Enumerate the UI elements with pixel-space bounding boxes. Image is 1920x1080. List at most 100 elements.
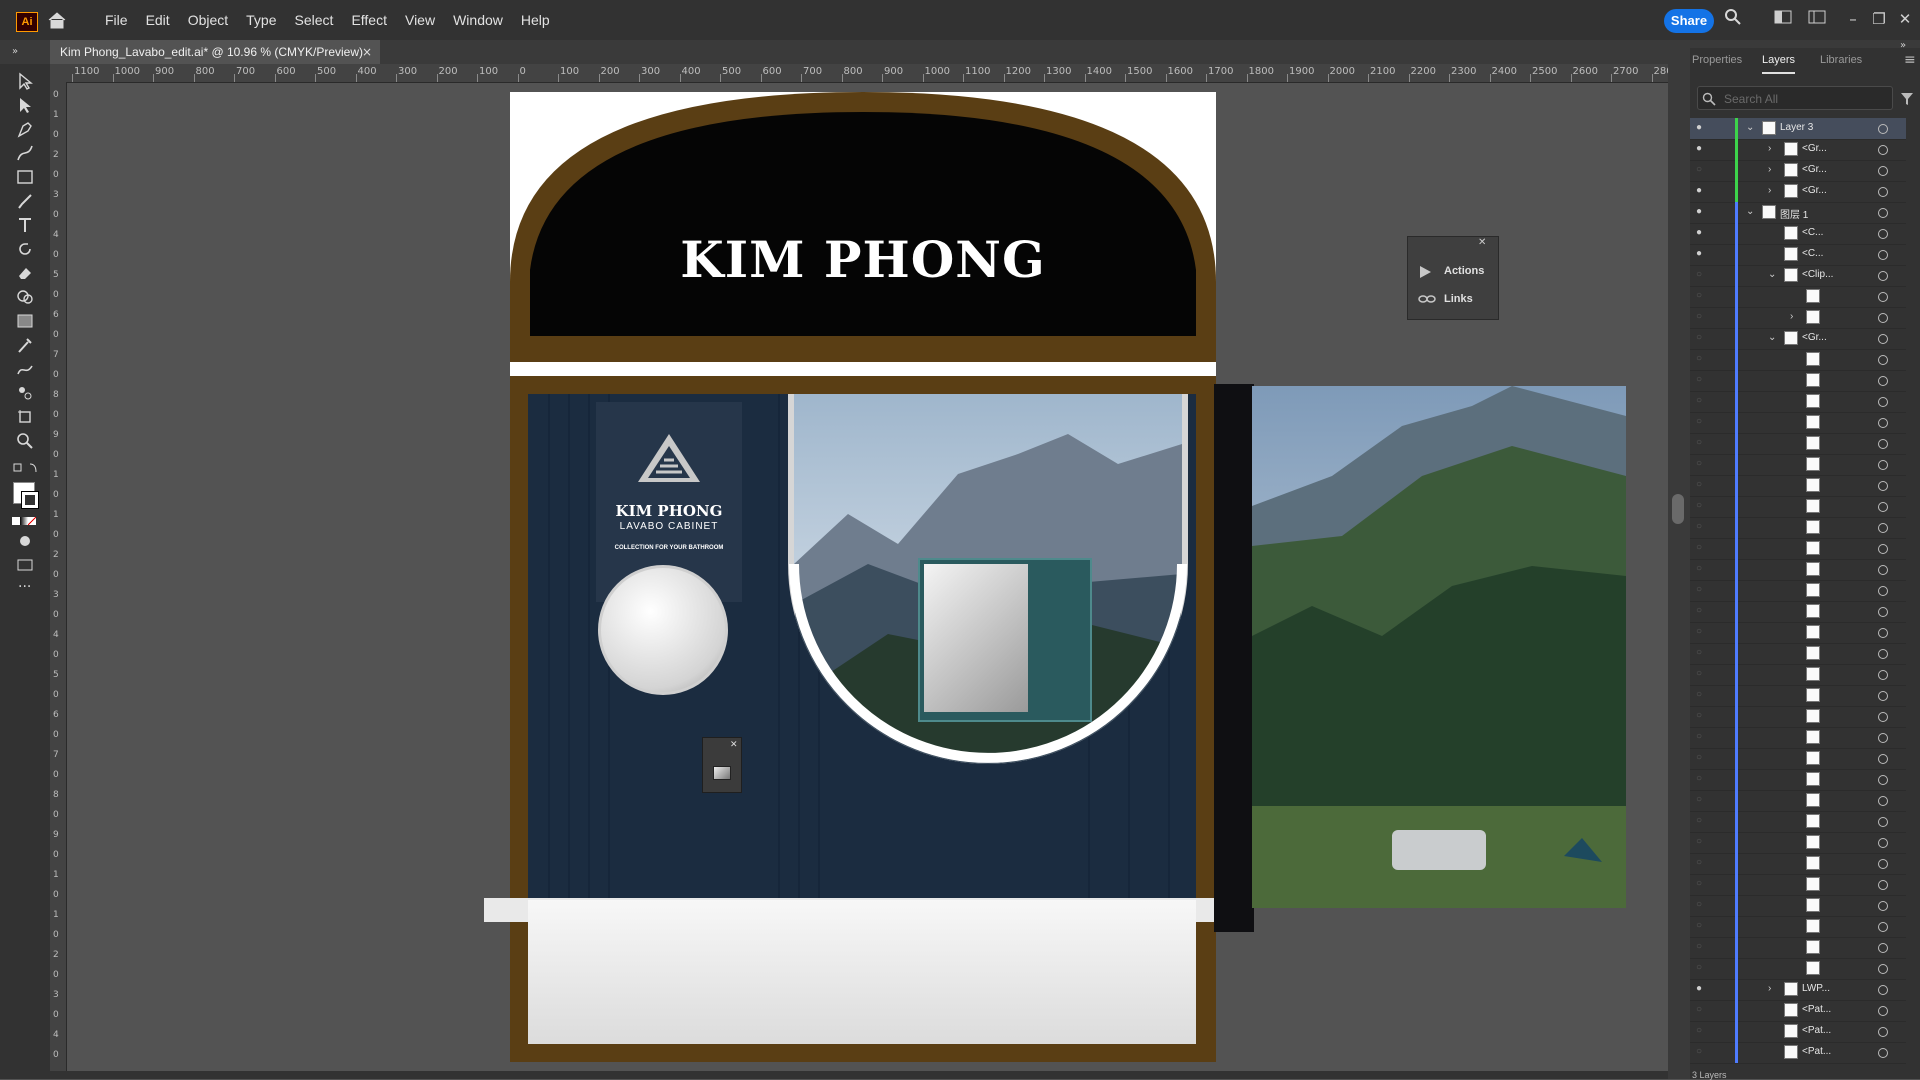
visibility-eye-icon[interactable]: ○ (1696, 1026, 1708, 1036)
layer-row[interactable]: ○ › <Gr... (1690, 160, 1906, 182)
curvature-tool-icon[interactable] (16, 144, 34, 162)
close-window-icon[interactable]: ✕ (1894, 8, 1916, 30)
color-mode-icon[interactable] (12, 514, 40, 525)
target-icon[interactable] (1878, 964, 1888, 974)
target-icon[interactable] (1878, 607, 1888, 617)
target-icon[interactable] (1878, 628, 1888, 638)
visibility-eye-icon[interactable]: ○ (1696, 522, 1708, 532)
layer-row[interactable]: ○ (1690, 769, 1906, 791)
visibility-eye-icon[interactable]: ○ (1696, 564, 1708, 574)
menu-effect[interactable]: Effect (342, 12, 396, 28)
chevron-down-icon[interactable]: ⌄ (1746, 122, 1754, 133)
layer-row[interactable]: ○ (1690, 286, 1906, 308)
menu-help[interactable]: Help (512, 12, 559, 28)
layer-row[interactable]: ○ ⌄ <Clip... (1690, 265, 1906, 287)
expand-panels-icon[interactable]: » (1900, 40, 1906, 51)
target-icon[interactable] (1878, 544, 1888, 554)
search-icon[interactable] (1722, 8, 1744, 30)
layer-row[interactable]: ○ (1690, 916, 1906, 938)
layer-row[interactable]: ● › LWP... (1690, 979, 1906, 1001)
menu-window[interactable]: Window (444, 12, 512, 28)
chevron-right-icon[interactable]: › (1768, 143, 1771, 154)
visibility-eye-icon[interactable]: ○ (1696, 879, 1708, 889)
tab-layers[interactable]: Layers (1762, 48, 1796, 74)
chevron-right-icon[interactable]: › (1768, 164, 1771, 175)
visibility-eye-icon[interactable]: ○ (1696, 942, 1708, 952)
target-icon[interactable] (1878, 565, 1888, 575)
layer-row[interactable]: ○ (1690, 664, 1906, 686)
target-icon[interactable] (1878, 502, 1888, 512)
close-float-panel-icon[interactable]: ✕ (1478, 237, 1486, 248)
layer-row[interactable]: ○ ⌄ <Gr... (1690, 328, 1906, 350)
target-icon[interactable] (1878, 418, 1888, 428)
visibility-eye-icon[interactable]: ● (1696, 249, 1708, 259)
target-icon[interactable] (1878, 1048, 1888, 1058)
scrollbar-thumb[interactable] (1672, 494, 1684, 524)
target-icon[interactable] (1878, 439, 1888, 449)
layer-row[interactable]: ○ (1690, 475, 1906, 497)
target-icon[interactable] (1878, 355, 1888, 365)
target-icon[interactable] (1878, 817, 1888, 827)
layer-row[interactable]: ● ⌄ 图层 1 (1690, 202, 1906, 224)
target-icon[interactable] (1878, 775, 1888, 785)
target-icon[interactable] (1878, 733, 1888, 743)
chevron-down-icon[interactable]: ⌄ (1768, 332, 1776, 343)
target-icon[interactable] (1878, 292, 1888, 302)
target-icon[interactable] (1878, 523, 1888, 533)
layer-row[interactable]: ○ (1690, 496, 1906, 518)
layer-row[interactable]: ● <C... (1690, 244, 1906, 266)
target-icon[interactable] (1878, 229, 1888, 239)
layer-row[interactable]: ○ (1690, 811, 1906, 833)
menu-select[interactable]: Select (286, 12, 343, 28)
layer-row[interactable]: ○ <Pat... (1690, 1042, 1906, 1064)
visibility-eye-icon[interactable]: ○ (1696, 669, 1708, 679)
rectangle-tool-icon[interactable] (16, 168, 34, 186)
target-icon[interactable] (1878, 124, 1888, 134)
target-icon[interactable] (1878, 922, 1888, 932)
visibility-eye-icon[interactable]: ○ (1696, 354, 1708, 364)
links-panel-item[interactable]: Links (1444, 293, 1473, 305)
chevron-right-icon[interactable]: › (1790, 311, 1793, 322)
visibility-eye-icon[interactable]: ○ (1696, 312, 1708, 322)
layer-row[interactable]: ○ (1690, 874, 1906, 896)
layer-row[interactable]: ○ (1690, 517, 1906, 539)
pen-tool-icon[interactable] (16, 120, 34, 138)
rotate-tool-icon[interactable] (16, 240, 34, 258)
layer-row[interactable]: ○ (1690, 643, 1906, 665)
visibility-eye-icon[interactable]: ○ (1696, 606, 1708, 616)
paintbrush-tool-icon[interactable] (16, 192, 34, 210)
actions-panel-item[interactable]: Actions (1444, 265, 1484, 277)
visibility-eye-icon[interactable]: ○ (1696, 291, 1708, 301)
layer-row[interactable]: ○ (1690, 748, 1906, 770)
layer-row[interactable]: ○ (1690, 790, 1906, 812)
layer-row[interactable]: ● <C... (1690, 223, 1906, 245)
minimize-icon[interactable]: – (1842, 8, 1864, 30)
menu-type[interactable]: Type (237, 12, 285, 28)
visibility-eye-icon[interactable]: ○ (1696, 333, 1708, 343)
close-mini-panel-icon[interactable]: ✕ (730, 740, 738, 750)
visibility-eye-icon[interactable]: ● (1696, 123, 1708, 133)
visibility-eye-icon[interactable]: ○ (1696, 501, 1708, 511)
visibility-eye-icon[interactable]: ○ (1696, 816, 1708, 826)
layer-row[interactable]: ○ (1690, 349, 1906, 371)
filter-icon[interactable] (1900, 92, 1914, 106)
visibility-eye-icon[interactable]: ○ (1696, 711, 1708, 721)
screen-mode-icon[interactable] (16, 556, 34, 574)
more-tools-icon[interactable]: ··· (18, 579, 31, 595)
target-icon[interactable] (1878, 208, 1888, 218)
layer-row[interactable]: ○ (1690, 370, 1906, 392)
layer-row[interactable]: ○ (1690, 685, 1906, 707)
target-icon[interactable] (1878, 649, 1888, 659)
canvas-vertical-scrollbar[interactable] (1668, 64, 1690, 1079)
target-icon[interactable] (1878, 376, 1888, 386)
tab-libraries[interactable]: Libraries (1820, 48, 1862, 72)
layer-row[interactable]: ○ (1690, 937, 1906, 959)
stroke-swatch[interactable] (21, 491, 39, 509)
target-icon[interactable] (1878, 1006, 1888, 1016)
layer-row[interactable]: ○ (1690, 580, 1906, 602)
visibility-eye-icon[interactable]: ○ (1696, 270, 1708, 280)
visibility-eye-icon[interactable]: ○ (1696, 963, 1708, 973)
layer-row[interactable]: ○ (1690, 559, 1906, 581)
chevron-down-icon[interactable]: ⌄ (1746, 206, 1754, 217)
zoom-tool-icon[interactable] (16, 432, 34, 450)
